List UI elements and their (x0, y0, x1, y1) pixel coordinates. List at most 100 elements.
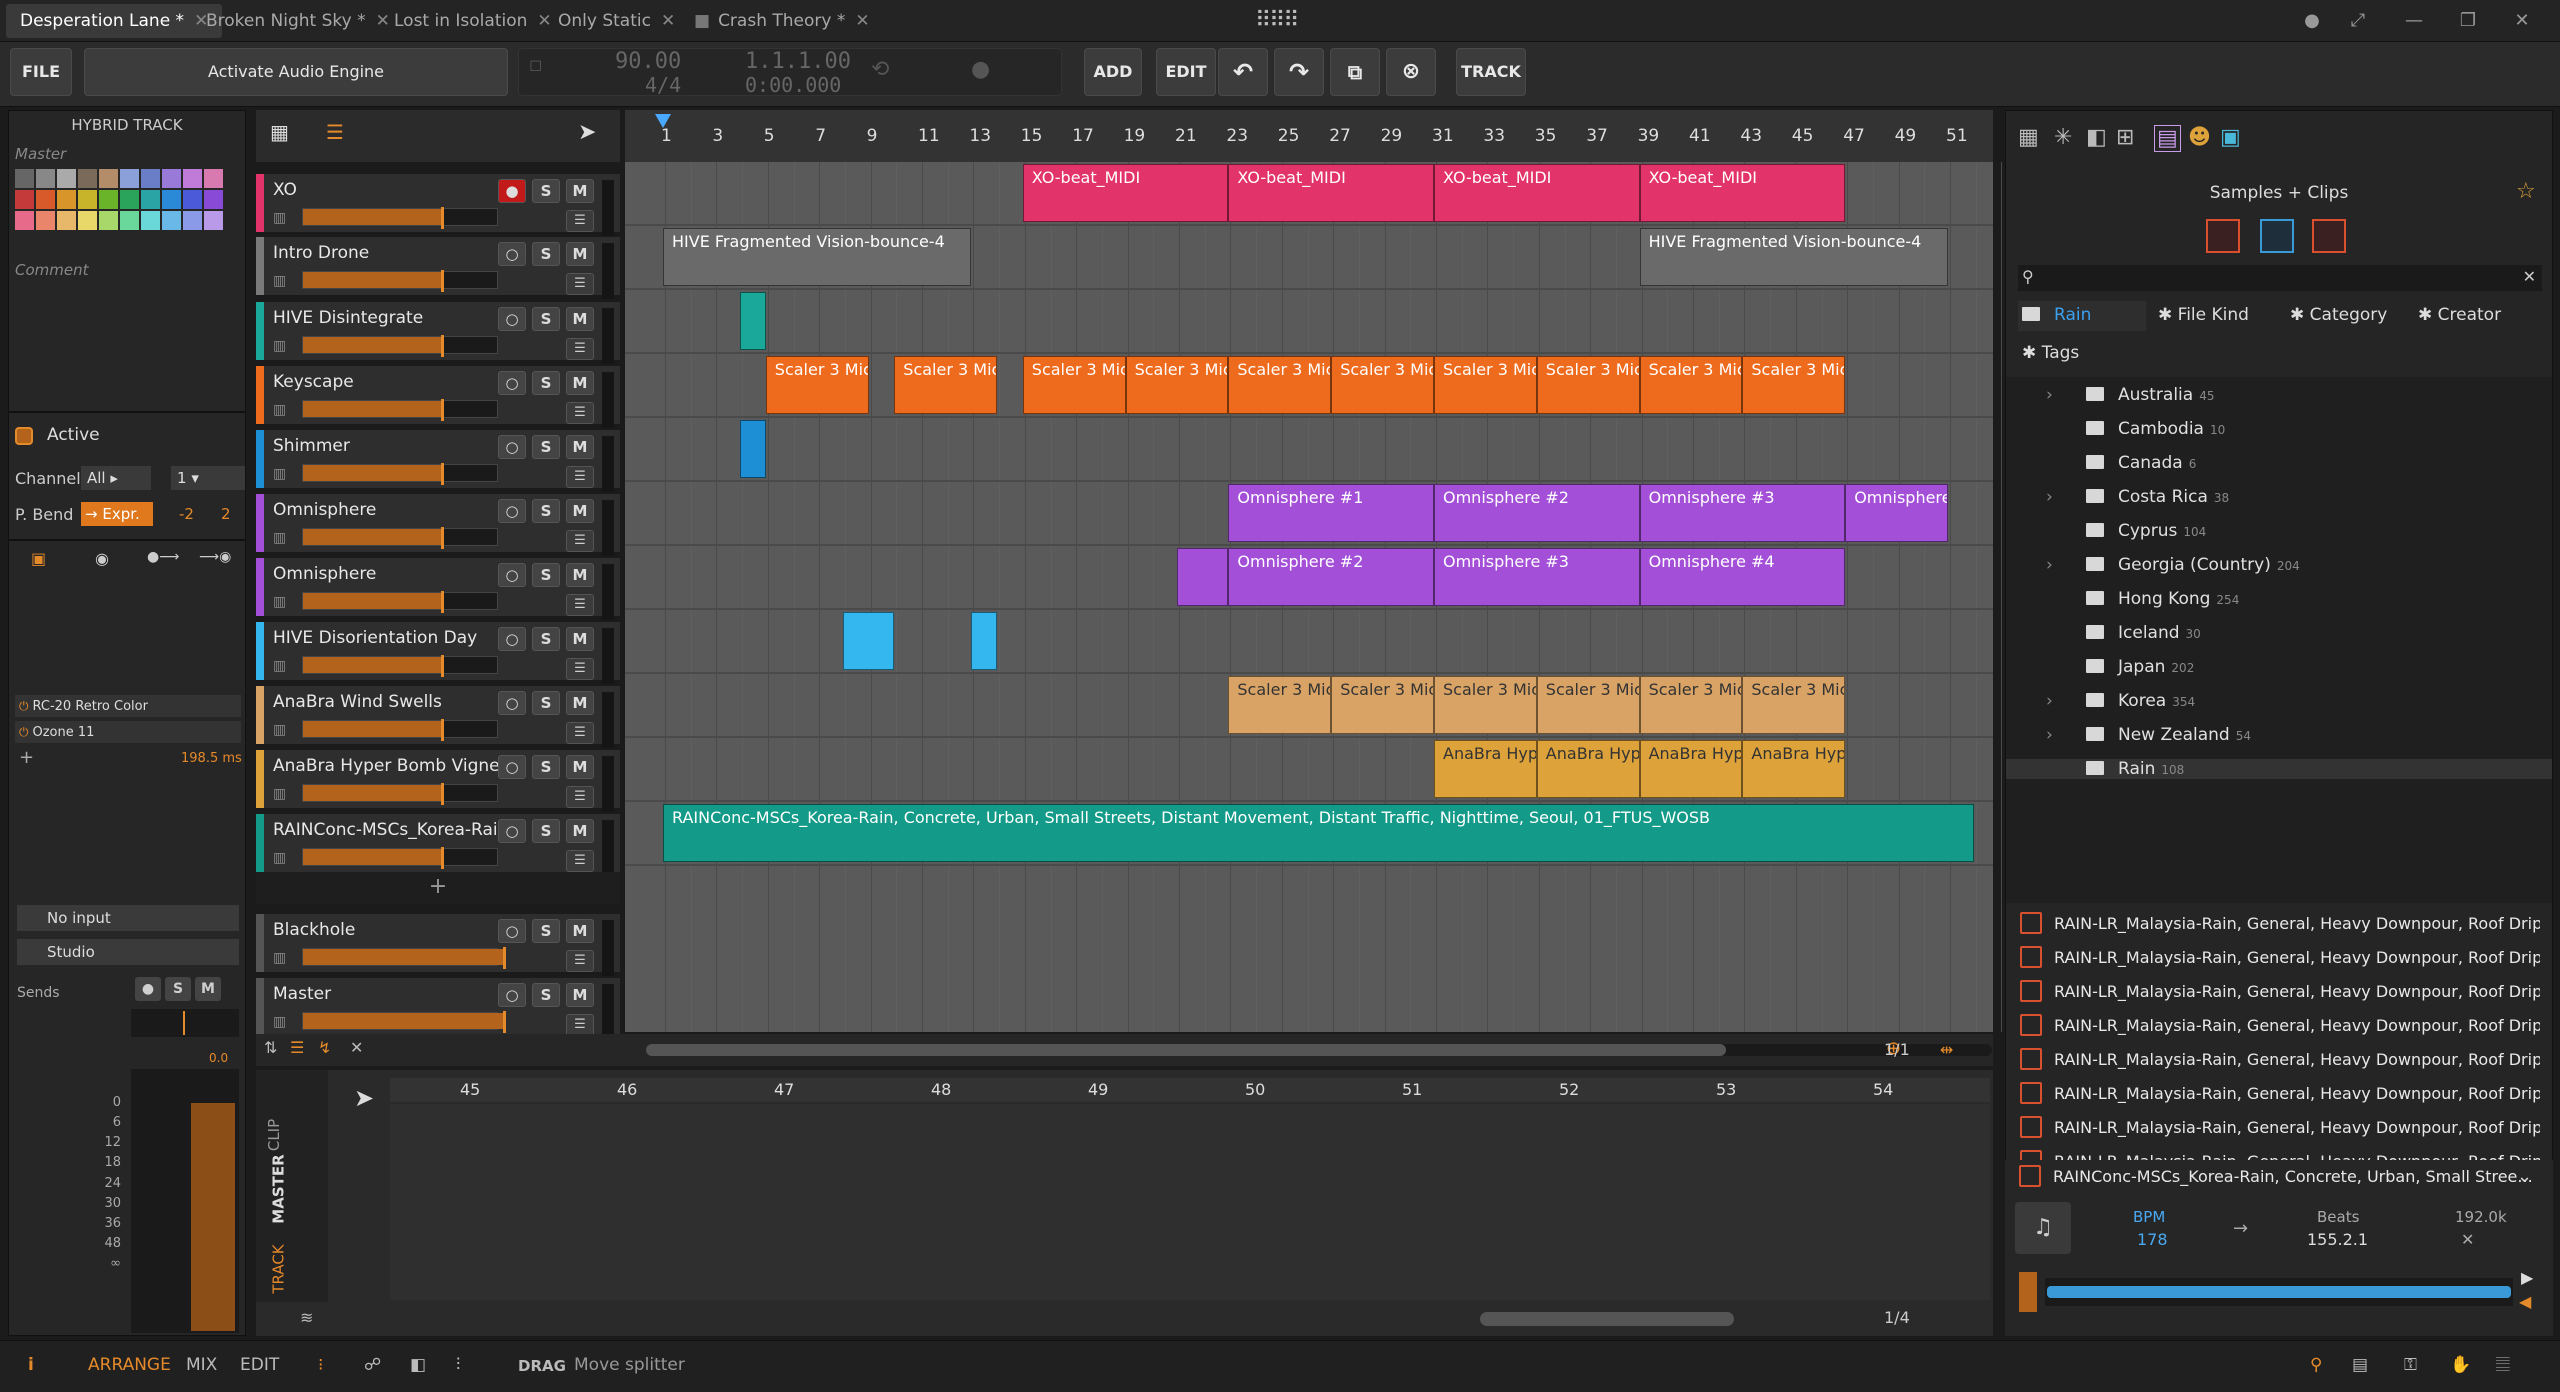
track-menu-icon[interactable]: ☰ (566, 594, 594, 616)
timeline-ruler[interactable]: 1 3 5 7 9 11 13 15 17 19 21 23 25 27 29 31 33 35 37 39 41 43 4… (625, 110, 1993, 162)
tab-project[interactable]: Desperation Lane * ✕ (6, 4, 223, 38)
track-header[interactable]: Master ▥ ○ S M ☰ (256, 978, 620, 1040)
user-icon[interactable]: ☻ (2188, 125, 2211, 150)
clip[interactable]: HIVE Fragmented Vision-bounce-4 (1639, 228, 1948, 286)
clip[interactable]: AnaBra Hyp (1536, 740, 1640, 798)
track-header[interactable]: Blackhole ▥ ○ S M ☰ (256, 914, 620, 976)
filter-location[interactable]: Rain (2018, 301, 2146, 331)
playhead-marker[interactable] (655, 114, 671, 128)
add-button[interactable]: ADD (1084, 48, 1142, 96)
track-name[interactable]: Intro Drone (273, 243, 513, 263)
clip[interactable]: XO-beat_MIDI (1228, 164, 1434, 222)
solo-button[interactable]: S (532, 819, 560, 843)
record-icon[interactable]: ● (971, 57, 990, 82)
clip[interactable]: Omnisphere #1 (1228, 484, 1434, 542)
samples-icon[interactable]: ▤ (2154, 125, 2181, 152)
mute-button[interactable]: M (566, 435, 594, 459)
pbend-down[interactable]: -2 (179, 505, 194, 523)
mute-button[interactable]: M (195, 977, 221, 1001)
solo-button[interactable]: S (532, 435, 560, 459)
track-menu-icon[interactable]: ☰ (566, 722, 594, 744)
list-view-icon[interactable]: ☰ (326, 120, 344, 144)
editor-canvas[interactable] (390, 1104, 1990, 1300)
chevron-down-icon[interactable]: ⌄ (2517, 1166, 2532, 1187)
clip[interactable]: Scaler 3 Mic (1434, 676, 1537, 734)
mute-button[interactable]: M (566, 307, 594, 331)
solo-button[interactable]: S (532, 499, 560, 523)
track-menu-icon[interactable]: ☰ (566, 1014, 594, 1036)
track-volume-slider[interactable] (302, 719, 498, 741)
undo-icon[interactable]: ↶ (1218, 48, 1268, 96)
track-header[interactable]: HIVE Disorientation Day ▥ ○ S M ☰ (256, 622, 620, 684)
output-fx-icon[interactable]: ⟶◉ (199, 549, 231, 565)
clip[interactable]: Omnisphere #3 (1639, 484, 1846, 542)
track-header[interactable]: XO ▥ ● S M ☰ (256, 174, 620, 236)
record-arm-icon[interactable]: ● (135, 977, 161, 1001)
track-menu-icon[interactable]: ☰ (566, 466, 594, 488)
layout-icon[interactable]: ☰ (290, 1038, 304, 1057)
clear-icon[interactable]: ✕ (2523, 267, 2536, 286)
track-name[interactable]: Blackhole (273, 920, 513, 940)
panel-toggle-icon[interactable]: ◧ (410, 1355, 426, 1375)
comment-field[interactable]: Comment (15, 261, 89, 279)
clip[interactable]: Omnisphere #3 (1434, 548, 1640, 606)
close-icon[interactable]: ✕ (2461, 1230, 2474, 1249)
speaker-icon[interactable]: ◀ (2519, 1292, 2531, 1311)
grid-view-icon[interactable]: ▦ (270, 120, 289, 144)
clip[interactable]: Scaler 3 Mic (1639, 676, 1743, 734)
solo-button[interactable]: S (165, 977, 191, 1001)
search-icon[interactable]: ⚲ (2310, 1355, 2322, 1375)
filter-category[interactable]: ✱ Category (2290, 305, 2387, 325)
color-palette[interactable] (15, 169, 235, 249)
layers-icon[interactable]: ≋ (300, 1308, 313, 1327)
chevron-right-icon[interactable]: › (2046, 725, 2053, 745)
horizontal-scrollbar[interactable] (646, 1044, 1992, 1056)
track-name[interactable]: Omnisphere (273, 564, 513, 584)
tempo-display[interactable]: 90.00 (615, 49, 681, 74)
track-volume-slider[interactable] (302, 591, 498, 613)
zoom-level[interactable]: 1/1 (1884, 1040, 1910, 1059)
tab-project[interactable]: Broken Night Sky * ✕ (192, 4, 404, 38)
mute-button[interactable]: M (566, 179, 594, 203)
clip[interactable]: Scaler 3 Mic (1022, 356, 1126, 414)
preview-file[interactable]: RAINConc-MSCs_Korea-Rain, Concrete, Urba… (2019, 1160, 2539, 1194)
tab-project[interactable]: ■ Crash Theory * ✕ (680, 4, 884, 38)
track-volume-slider[interactable] (302, 335, 498, 357)
clip[interactable] (842, 612, 895, 670)
file-item[interactable]: RAIN-LR_Malaysia-Rain, General, Heavy Do… (2020, 1009, 2540, 1043)
clip[interactable] (971, 612, 998, 670)
track-header[interactable]: Omnisphere ▥ ○ S M ☰ (256, 558, 620, 620)
mute-button[interactable]: M (566, 819, 594, 843)
track-header[interactable]: Shimmer ▥ ○ S M ☰ (256, 430, 620, 492)
filter-tags[interactable]: ✱ Tags (2022, 343, 2079, 363)
track-name[interactable]: HIVE Disorientation Day (273, 628, 513, 648)
track-menu-icon[interactable]: ☰ (566, 338, 594, 360)
clip[interactable]: Omnisphere #4 (1639, 548, 1846, 606)
track-volume-slider[interactable] (302, 783, 498, 805)
circle-icon[interactable]: ● (2292, 6, 2332, 36)
clip[interactable]: Scaler 3 Mic (1742, 356, 1846, 414)
add-device-icon[interactable]: + (19, 747, 34, 768)
pbend-up[interactable]: 2 (221, 505, 231, 523)
folder-item[interactable]: Iceland 30 (2086, 623, 2201, 643)
preview-volume[interactable] (2019, 1272, 2037, 1312)
file-item[interactable]: RAIN-LR_Malaysia-Rain, General, Heavy Do… (2020, 1043, 2540, 1077)
track-menu-icon[interactable]: ☰ (566, 786, 594, 808)
solo-button[interactable]: S (532, 983, 560, 1007)
beats-value[interactable]: 155.2.1 (2307, 1230, 2368, 1249)
signature-display[interactable]: 4/4 (645, 73, 681, 97)
folder-item[interactable]: Cambodia 10 (2086, 419, 2225, 439)
clip[interactable]: Omnisphere #2 (1434, 484, 1640, 542)
folder-item[interactable]: › Australia 45 (2046, 385, 2214, 405)
channel-number[interactable]: 1 ▾ (171, 466, 245, 490)
editor-scrollbar[interactable] (1480, 1312, 1734, 1326)
track-menu-icon[interactable]: ☰ (566, 658, 594, 680)
edit-view-button[interactable]: EDIT (240, 1355, 279, 1375)
folder-item[interactable]: Canada 6 (2086, 453, 2196, 473)
record-arm-button[interactable]: ● (498, 179, 526, 203)
tab-project[interactable]: Only Static ✕ (544, 4, 689, 38)
track-name[interactable]: XO (273, 180, 513, 200)
clip[interactable]: Scaler 3 Mic (1536, 676, 1640, 734)
star-icon[interactable]: ☆ (2516, 179, 2536, 204)
pbend-target[interactable]: → Expr. (81, 502, 153, 526)
